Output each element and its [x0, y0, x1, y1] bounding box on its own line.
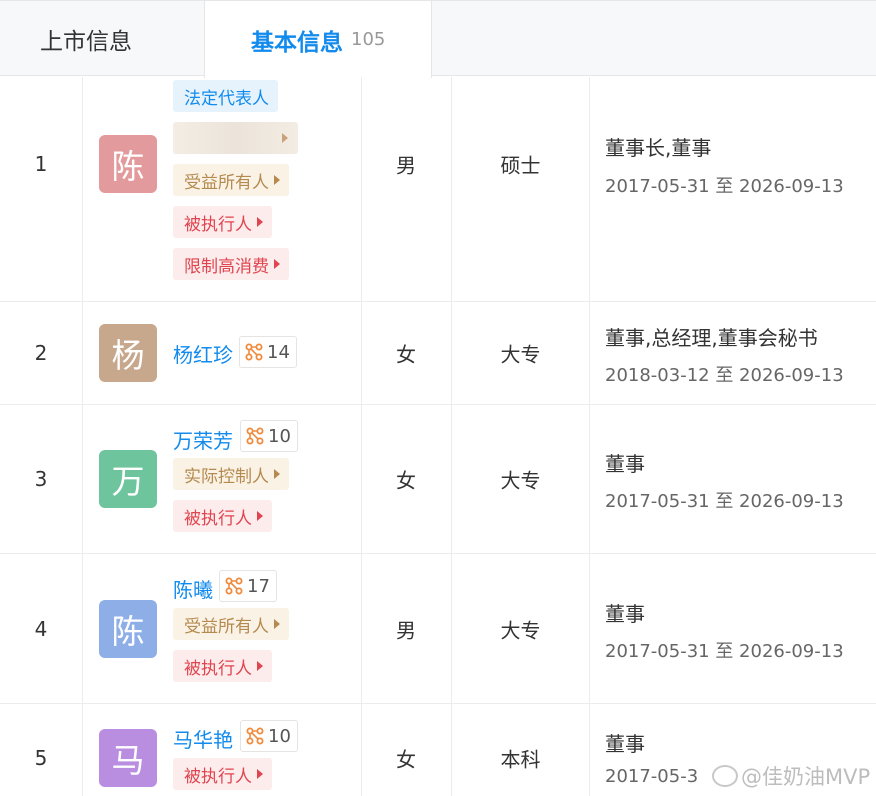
tag-beneficial-owner[interactable]: 受益所有人 — [173, 164, 289, 196]
tag-legal-representative[interactable]: 法定代表人 — [173, 80, 278, 112]
tag-judgment-debtor[interactable]: 被执行人 — [173, 500, 272, 532]
row-index: 4 — [34, 617, 48, 641]
gender: 女 — [396, 747, 416, 772]
position: 董事 — [605, 602, 645, 626]
tag-judgment-debtor[interactable]: 被执行人 — [173, 758, 272, 790]
watermark: @佳奶油MVP — [712, 761, 870, 791]
position: 董事长,董事 — [605, 136, 712, 160]
person-name[interactable]: 杨红珍 — [173, 339, 233, 368]
chevron-right-icon — [282, 133, 288, 143]
education: 大专 — [500, 342, 541, 367]
tab-bar: 上市信息 基本信息 105 — [0, 0, 876, 78]
person-name-blurred[interactable] — [173, 122, 298, 154]
row-index: 1 — [34, 152, 48, 176]
avatar: 杨 — [99, 324, 157, 382]
chevron-right-icon — [257, 511, 263, 521]
chevron-right-icon — [274, 619, 280, 629]
weibo-icon — [712, 765, 738, 787]
relation-count: 10 — [268, 725, 291, 747]
person-name[interactable]: 陈曦 — [173, 574, 213, 603]
tag-judgment-debtor[interactable]: 被执行人 — [173, 206, 272, 238]
avatar: 万 — [99, 450, 157, 508]
row-index: 5 — [34, 746, 48, 770]
tab-listing-info[interactable]: 上市信息 — [0, 1, 204, 77]
person-name[interactable]: 马华艳 — [173, 724, 233, 753]
education: 本科 — [500, 747, 541, 772]
gender: 男 — [396, 618, 416, 643]
row-index: 3 — [34, 467, 48, 491]
tab-label: 上市信息 — [40, 29, 132, 55]
term: 2017-05-31 至 2026-09-13 — [605, 176, 844, 197]
tab-basic-info[interactable]: 基本信息 105 — [204, 1, 432, 78]
tab-count: 105 — [351, 29, 386, 50]
gender: 女 — [396, 468, 416, 493]
avatar: 陈 — [99, 135, 157, 193]
chevron-right-icon — [274, 175, 280, 185]
table-row: 4 陈 陈曦 17 受益所有人 被执行人 男 大专 董事 2017-05-31 … — [0, 554, 876, 704]
avatar: 马 — [99, 729, 157, 787]
relation-graph-icon — [225, 577, 243, 595]
tag-consumption-restriction[interactable]: 限制高消费 — [173, 248, 289, 280]
gender: 女 — [396, 342, 416, 367]
position: 董事 — [605, 452, 645, 476]
term: 2017-05-31 至 2026-09-13 — [605, 641, 844, 662]
table-row: 2 杨 杨红珍 14 女 大专 董事,总经理,董事会秘书 2018-03-12 … — [0, 302, 876, 405]
term: 2017-05-31 至 2026-09-13 — [605, 491, 844, 512]
relation-graph-icon — [246, 427, 264, 445]
tag-actual-controller[interactable]: 实际控制人 — [173, 458, 289, 490]
tag-judgment-debtor[interactable]: 被执行人 — [173, 650, 272, 682]
relation-graph-button[interactable]: 10 — [240, 420, 298, 452]
education: 硕士 — [500, 153, 541, 178]
term: 2017-05-3 — [605, 766, 699, 787]
relation-graph-button[interactable]: 17 — [219, 570, 277, 602]
relation-graph-icon — [246, 727, 264, 745]
chevron-right-icon — [274, 259, 280, 269]
relation-count: 17 — [247, 575, 270, 597]
relation-count: 14 — [267, 341, 290, 363]
chevron-right-icon — [257, 217, 263, 227]
relation-count: 10 — [268, 425, 291, 447]
person-name[interactable]: 万荣芳 — [173, 425, 233, 454]
tag-beneficial-owner[interactable]: 受益所有人 — [173, 608, 289, 640]
gender: 男 — [396, 153, 416, 178]
education: 大专 — [500, 618, 541, 643]
table-row: 3 万 万荣芳 10 实际控制人 被执行人 女 大专 董事 2017-05-31… — [0, 405, 876, 554]
chevron-right-icon — [257, 661, 263, 671]
position: 董事 — [605, 732, 645, 756]
relation-graph-icon — [245, 343, 263, 361]
row-index: 2 — [34, 341, 48, 365]
tab-label: 基本信息 — [251, 29, 343, 56]
avatar: 陈 — [99, 600, 157, 658]
education: 大专 — [500, 468, 541, 493]
table-row: 1 陈 法定代表人 受益所有人 被执行人 限制高消费 男 硕士 董事长,董事 2… — [0, 77, 876, 302]
term: 2018-03-12 至 2026-09-13 — [605, 365, 844, 386]
position: 董事,总经理,董事会秘书 — [605, 326, 818, 350]
chevron-right-icon — [274, 469, 280, 479]
relation-graph-button[interactable]: 14 — [239, 336, 297, 368]
relation-graph-button[interactable]: 10 — [240, 720, 298, 752]
chevron-right-icon — [257, 769, 263, 779]
